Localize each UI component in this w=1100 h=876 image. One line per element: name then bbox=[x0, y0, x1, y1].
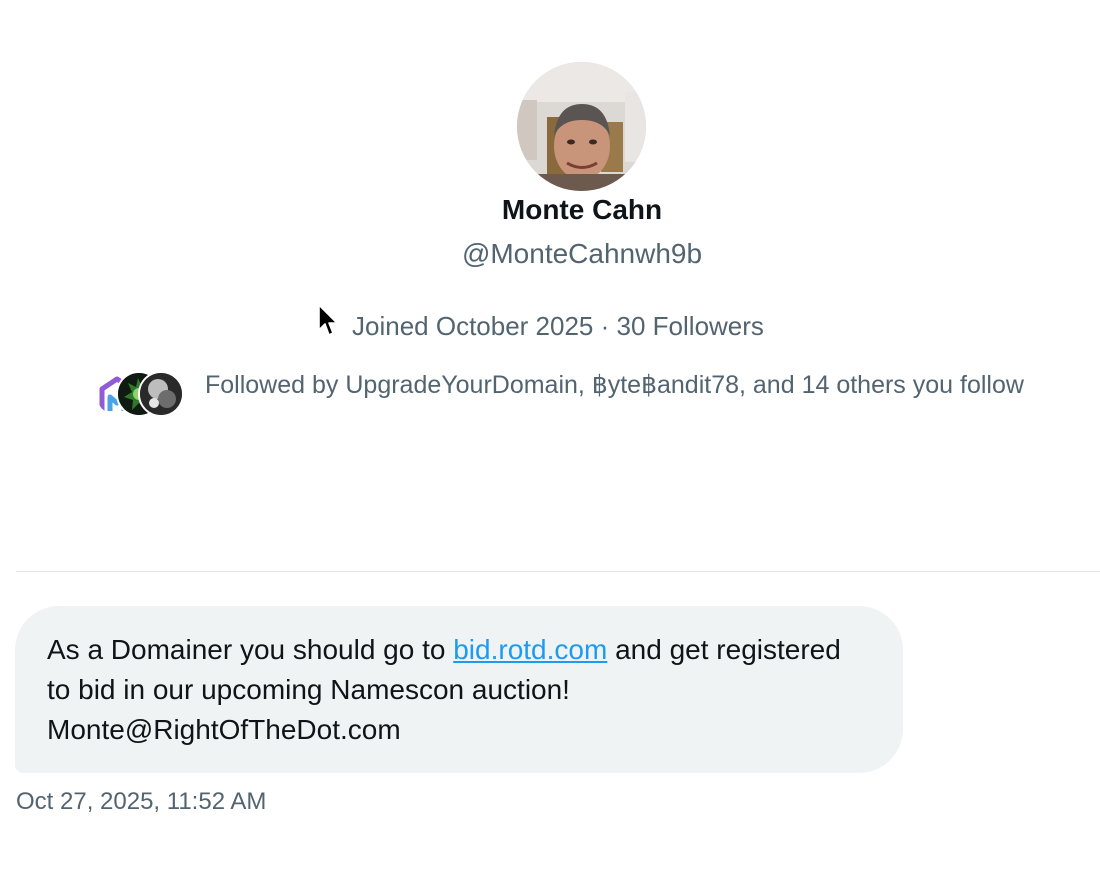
message-text-before-link: As a Domainer you should go to bbox=[47, 634, 454, 665]
display-name[interactable]: Monte Cahn bbox=[0, 192, 1100, 228]
profile-avatar[interactable] bbox=[517, 62, 646, 191]
followed-by-prefix: Followed by bbox=[205, 371, 346, 399]
followed-by-user-2[interactable]: ฿yte฿andit78 bbox=[592, 371, 739, 399]
profile-handle[interactable]: @MonteCahnwh9b bbox=[0, 236, 1100, 272]
message-timestamp: Oct 27, 2025, 11:52 AM bbox=[16, 788, 267, 815]
joined-date: Joined October 2025 bbox=[352, 311, 594, 341]
followed-by-user-1[interactable]: UpgradeYourDomain bbox=[345, 371, 578, 399]
mouse-pointer-icon bbox=[318, 304, 338, 336]
follower-avatar-3 bbox=[138, 371, 184, 417]
message-link[interactable]: bid.rotd.com bbox=[453, 634, 607, 665]
profile-meta: Joined October 2025 · 30 Followers bbox=[352, 309, 764, 343]
meta-separator: · bbox=[600, 311, 610, 341]
message-bubble[interactable]: As a Domainer you should go to bid.rotd.… bbox=[15, 606, 903, 773]
followed-by-joiner: , bbox=[577, 371, 592, 399]
profile-photo bbox=[517, 62, 646, 191]
followed-by-suffix: , and 14 others you follow bbox=[739, 371, 1024, 399]
followed-by-text[interactable]: Followed by UpgradeYourDomain, ฿yte฿andi… bbox=[205, 368, 1024, 402]
divider bbox=[16, 571, 1100, 572]
followed-by-avatars bbox=[94, 371, 184, 417]
followed-by-row[interactable]: Followed by UpgradeYourDomain, ฿yte฿andi… bbox=[94, 368, 1094, 417]
followers-count[interactable]: 30 Followers bbox=[617, 311, 764, 341]
